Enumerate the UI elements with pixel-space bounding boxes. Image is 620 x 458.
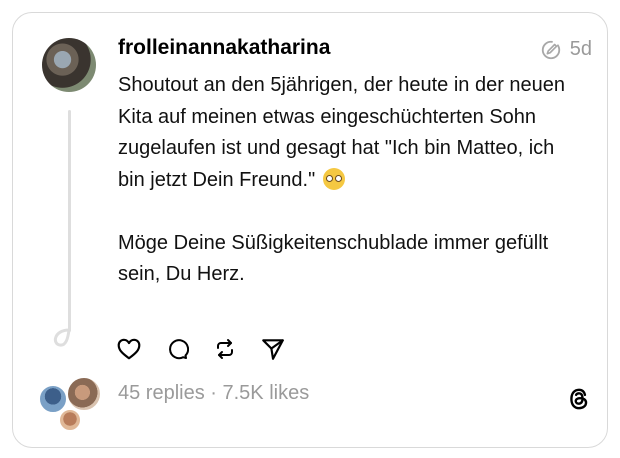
post-paragraph-2: Möge Deine Süßigkeitenschublade immer ge… bbox=[118, 231, 549, 286]
share-icon bbox=[262, 339, 284, 360]
action-bar bbox=[116, 336, 286, 362]
post-meta: 5d bbox=[540, 38, 592, 61]
thread-loop bbox=[53, 328, 71, 347]
replier-avatar bbox=[58, 408, 82, 432]
pleading-face-emoji-icon bbox=[322, 167, 345, 190]
comment-icon bbox=[169, 339, 189, 360]
replier-avatar bbox=[66, 376, 102, 412]
username[interactable]: frolleinannakatharina bbox=[118, 36, 330, 60]
post-body: Shoutout an den 5jährigen, der heute in … bbox=[118, 70, 566, 291]
replier-avatars bbox=[36, 376, 106, 432]
repost-button[interactable] bbox=[212, 336, 238, 362]
thread-line bbox=[68, 110, 71, 332]
share-button[interactable] bbox=[260, 336, 286, 362]
post-stats[interactable]: 45 replies · 7.5K likes bbox=[118, 382, 309, 405]
repost-icon bbox=[217, 339, 233, 359]
like-button[interactable] bbox=[116, 336, 142, 362]
reply-button[interactable] bbox=[164, 336, 190, 362]
threads-logo-icon[interactable] bbox=[566, 386, 592, 412]
heart-icon bbox=[117, 338, 141, 360]
post-time: 5d bbox=[569, 38, 592, 60]
avatar[interactable] bbox=[42, 38, 96, 92]
edited-icon bbox=[541, 40, 560, 59]
